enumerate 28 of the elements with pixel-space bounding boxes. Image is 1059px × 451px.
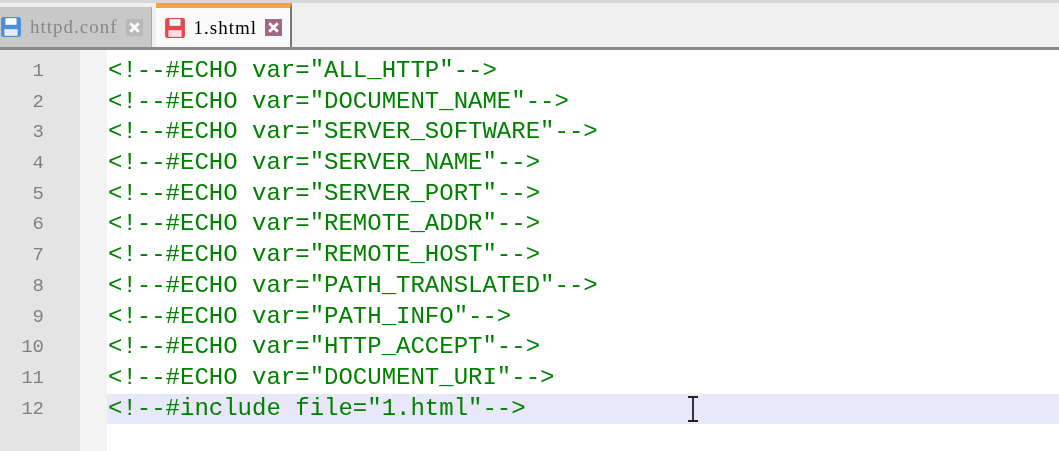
code-line: <!--#ECHO var="PATH_INFO"--> bbox=[107, 301, 513, 332]
code-line: <!--#ECHO var="ALL_HTTP"--> bbox=[107, 56, 498, 86]
code-line: <!--#ECHO var="DOCUMENT_NAME"--> bbox=[107, 86, 570, 117]
tab-label: httpd.conf bbox=[30, 16, 118, 38]
close-icon[interactable] bbox=[265, 19, 283, 36]
code-line: <!--#ECHO var="PATH_TRANSLATED"--> bbox=[107, 270, 599, 301]
text-cursor-icon bbox=[687, 396, 699, 422]
line-number: 4 bbox=[32, 151, 44, 177]
line-number: 12 bbox=[21, 396, 44, 422]
tab-label: 1.shtml bbox=[193, 16, 258, 39]
line-number: 11 bbox=[21, 365, 44, 391]
code-line: <!--#ECHO var="HTTP_ACCEPT"--> bbox=[107, 332, 542, 363]
line-number: 6 bbox=[32, 212, 44, 238]
code-line: <!--#ECHO var="SERVER_NAME"--> bbox=[107, 148, 542, 179]
code-line: <!--#ECHO var="REMOTE_HOST"--> bbox=[107, 240, 542, 271]
line-number: 3 bbox=[32, 120, 44, 146]
code-line: <!--#ECHO var="SERVER_PORT"--> bbox=[107, 178, 542, 209]
line-number: 2 bbox=[32, 89, 44, 115]
code-line: <!--#ECHO var="SERVER_SOFTWARE"--> bbox=[107, 117, 599, 148]
line-number: 10 bbox=[21, 335, 44, 361]
line-number: 7 bbox=[32, 243, 44, 269]
line-number: 1 bbox=[32, 59, 44, 84]
line-number: 8 bbox=[32, 273, 44, 299]
line-number: 9 bbox=[32, 304, 44, 330]
code-line: <!--#ECHO var="DOCUMENT_URI"--> bbox=[107, 362, 556, 393]
line-number: 5 bbox=[32, 181, 44, 207]
code-line: <!--#ECHO var="REMOTE_ADDR"--> bbox=[107, 209, 542, 240]
file-tab[interactable]: 1.shtml bbox=[155, 3, 293, 47]
